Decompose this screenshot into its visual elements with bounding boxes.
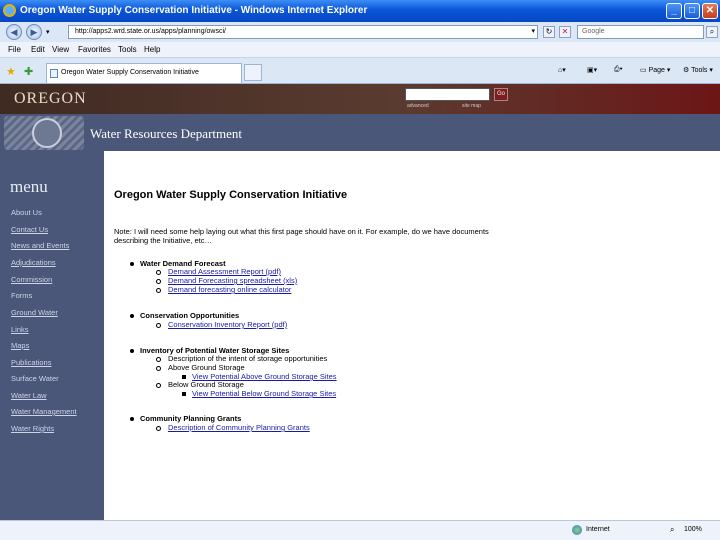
- section-heading-grants: Community Planning Grants: [130, 414, 241, 423]
- list-item: Description of the intent of storage opp…: [156, 354, 327, 363]
- department-header: Water Resources Department: [0, 114, 720, 151]
- nav-water-law[interactable]: Water Law: [11, 391, 47, 400]
- search-go-button[interactable]: Go: [494, 88, 508, 101]
- nav-forms[interactable]: Forms: [11, 291, 32, 300]
- nav-ground-water[interactable]: Ground Water: [11, 308, 58, 317]
- window-title-bar: Oregon Water Supply Conservation Initiat…: [0, 0, 720, 22]
- section-heading-conservation: Conservation Opportunities: [130, 311, 239, 320]
- nav-adjudications[interactable]: Adjudications: [11, 258, 56, 267]
- menu-title: menu: [10, 177, 48, 196]
- recent-pages-icon[interactable]: ▾: [46, 28, 50, 36]
- search-input[interactable]: Google: [577, 25, 704, 39]
- zoom-level[interactable]: 100%: [684, 526, 702, 533]
- add-favorites-icon[interactable]: ✚: [24, 65, 33, 78]
- menu-favorites[interactable]: Favorites: [78, 45, 111, 54]
- nav-water-rights[interactable]: Water Rights: [11, 424, 54, 433]
- feeds-icon[interactable]: ▣▾: [587, 66, 597, 74]
- nav-contact-us[interactable]: Contact Us: [11, 225, 48, 234]
- site-map-link[interactable]: site map: [462, 103, 481, 109]
- list-item[interactable]: Demand Forecasting spreadsheet (xls): [156, 276, 297, 285]
- nav-commission[interactable]: Commission: [11, 275, 52, 284]
- tools-menu[interactable]: ⚙ Tools ▾: [683, 66, 713, 74]
- home-icon[interactable]: ⌂▾: [558, 66, 566, 74]
- tab-bar: ★ ✚ Oregon Water Supply Conservation Ini…: [0, 58, 720, 84]
- page-title: Oregon Water Supply Conservation Initiat…: [114, 189, 348, 201]
- menu-tools[interactable]: Tools: [118, 45, 137, 54]
- nav-surface-water[interactable]: Surface Water: [11, 374, 59, 383]
- list-item[interactable]: Description of Community Planning Grants: [156, 423, 310, 432]
- address-dropdown-icon[interactable]: ▾: [531, 26, 535, 38]
- address-toolbar: ◀ ▶ ▾ http://apps2.wrd.state.or.us/apps/…: [0, 22, 720, 42]
- editor-note: Note: I will need some help laying out w…: [114, 227, 489, 245]
- nav-publications[interactable]: Publications: [11, 358, 51, 367]
- sidebar: menu About Us Contact Us News and Events…: [0, 151, 104, 520]
- state-seal-image: [4, 116, 84, 150]
- address-text: http://apps2.wrd.state.or.us/apps/planni…: [75, 28, 226, 35]
- new-tab-button[interactable]: [244, 64, 262, 81]
- security-zone: Internet: [586, 526, 610, 533]
- menu-file[interactable]: File: [8, 45, 21, 54]
- favorites-star-icon[interactable]: ★: [6, 65, 16, 78]
- tab-current[interactable]: Oregon Water Supply Conservation Initiat…: [46, 63, 242, 83]
- main-content: Oregon Water Supply Conservation Initiat…: [104, 151, 720, 520]
- department-name: Water Resources Department: [90, 126, 243, 141]
- list-item: Above Ground Storage: [156, 363, 245, 372]
- stop-icon[interactable]: ✕: [559, 26, 571, 38]
- menu-bar: File Edit View Favorites Tools Help: [0, 42, 720, 58]
- back-icon[interactable]: ◀: [6, 24, 22, 40]
- menu-view[interactable]: View: [52, 45, 69, 54]
- oregon-banner: OREGON Go advanced site map: [0, 84, 720, 114]
- tools-menu-label: Tools: [691, 67, 708, 74]
- advanced-search-link[interactable]: advanced: [407, 103, 429, 109]
- nav-links[interactable]: Links: [11, 325, 29, 334]
- nav-about-us[interactable]: About Us: [11, 208, 42, 217]
- ie-logo-icon: [3, 4, 16, 17]
- address-field[interactable]: http://apps2.wrd.state.or.us/apps/planni…: [68, 25, 538, 39]
- status-bar: Internet ⌕ 100%: [0, 520, 720, 540]
- list-item[interactable]: View Potential Below Ground Storage Site…: [182, 389, 336, 398]
- site-search-input[interactable]: [405, 88, 490, 101]
- page-menu[interactable]: ▭ Page ▾: [640, 66, 670, 74]
- menu-help[interactable]: Help: [144, 45, 160, 54]
- nav-news-and-events[interactable]: News and Events: [11, 241, 69, 250]
- oregon-logo[interactable]: OREGON: [14, 90, 87, 108]
- list-item: Below Ground Storage: [156, 380, 244, 389]
- nav-maps[interactable]: Maps: [11, 341, 29, 350]
- page-menu-label: Page: [648, 67, 665, 74]
- refresh-icon[interactable]: ↻: [543, 26, 555, 38]
- list-item[interactable]: Demand forecasting online calculator: [156, 285, 291, 294]
- list-item[interactable]: Demand Assessment Report (pdf): [156, 267, 281, 276]
- page-icon: [50, 69, 58, 78]
- close-button[interactable]: ✕: [702, 3, 718, 19]
- nav-water-management[interactable]: Water Management: [11, 407, 77, 416]
- list-item[interactable]: Conservation Inventory Report (pdf): [156, 320, 287, 329]
- print-icon[interactable]: ⎙▾: [614, 66, 623, 74]
- maximize-button[interactable]: □: [684, 3, 700, 19]
- search-go-icon[interactable]: ⌕: [706, 26, 718, 38]
- minimize-button[interactable]: _: [666, 3, 682, 19]
- internet-zone-icon: [572, 525, 582, 535]
- forward-icon[interactable]: ▶: [26, 24, 42, 40]
- menu-edit[interactable]: Edit: [31, 45, 45, 54]
- zoom-icon[interactable]: ⌕: [670, 525, 674, 535]
- tab-title: Oregon Water Supply Conservation Initiat…: [61, 69, 199, 76]
- window-title: Oregon Water Supply Conservation Initiat…: [20, 5, 368, 16]
